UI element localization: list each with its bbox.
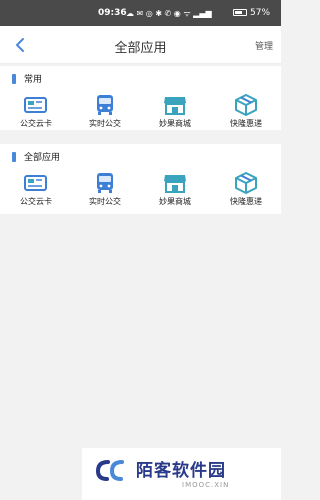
app-label: 快隆惠递	[230, 119, 262, 128]
bus-icon	[97, 95, 113, 115]
section-common: 常用 公交云卡 实时公交 妙果商城 快隆惠递	[0, 66, 281, 130]
manage-button[interactable]: 管理	[255, 39, 273, 52]
app-express[interactable]: 快隆惠递	[216, 92, 276, 132]
bus-card-icon	[24, 175, 47, 191]
section-all-apps: 全部应用 公交云卡 实时公交 妙果商城 快隆惠递	[0, 144, 281, 214]
app-label: 实时公交	[89, 119, 121, 128]
app-bus-card[interactable]: 公交云卡	[6, 92, 66, 132]
section-marker	[12, 73, 16, 84]
watermark-logo-icon	[95, 460, 124, 481]
status-bar: 09:36 ☁ ✉ ◎ ✱ ✆ ◉ ᯤ ▂▄▆ 57%	[0, 0, 281, 26]
bus-card-icon	[24, 97, 47, 113]
app-shop[interactable]: 妙果商城	[145, 92, 205, 132]
app-grid: 公交云卡 实时公交 妙果商城 快隆惠递	[0, 170, 281, 210]
battery-percent: 57%	[250, 8, 271, 18]
watermark-domain: IMOOC.XIN	[182, 481, 230, 489]
app-realtime-bus[interactable]: 实时公交	[75, 170, 135, 210]
battery-icon	[233, 9, 247, 16]
section-title: 全部应用	[24, 153, 61, 163]
header-bar: 全部应用 管理	[0, 26, 281, 64]
app-label: 妙果商城	[159, 119, 191, 128]
status-time: 09:36	[98, 8, 127, 18]
app-express[interactable]: 快隆惠递	[216, 170, 276, 210]
bus-icon	[97, 173, 113, 193]
section-marker	[12, 151, 16, 162]
app-label: 妙果商城	[159, 197, 191, 206]
app-grid: 公交云卡 实时公交 妙果商城 快隆惠递	[0, 92, 281, 132]
package-icon	[235, 94, 257, 116]
app-realtime-bus[interactable]: 实时公交	[75, 92, 135, 132]
shop-icon	[164, 97, 186, 115]
app-label: 快隆惠递	[230, 197, 262, 206]
watermark-name: 陌客软件园	[136, 461, 226, 481]
section-title: 常用	[24, 75, 43, 85]
watermark: 陌客软件园 IMOOC.XIN	[82, 448, 281, 500]
app-bus-card[interactable]: 公交云卡	[6, 170, 66, 210]
section-header: 常用	[12, 72, 42, 85]
shop-icon	[164, 175, 186, 193]
status-icons: ☁ ✉ ◎ ✱ ✆ ◉ ᯤ ▂▄▆	[126, 9, 212, 18]
app-shop[interactable]: 妙果商城	[145, 170, 205, 210]
app-label: 实时公交	[89, 197, 121, 206]
section-header: 全部应用	[12, 150, 60, 163]
app-label: 公交云卡	[20, 197, 52, 206]
package-icon	[235, 172, 257, 194]
page-title: 全部应用	[114, 41, 167, 56]
app-label: 公交云卡	[20, 119, 52, 128]
